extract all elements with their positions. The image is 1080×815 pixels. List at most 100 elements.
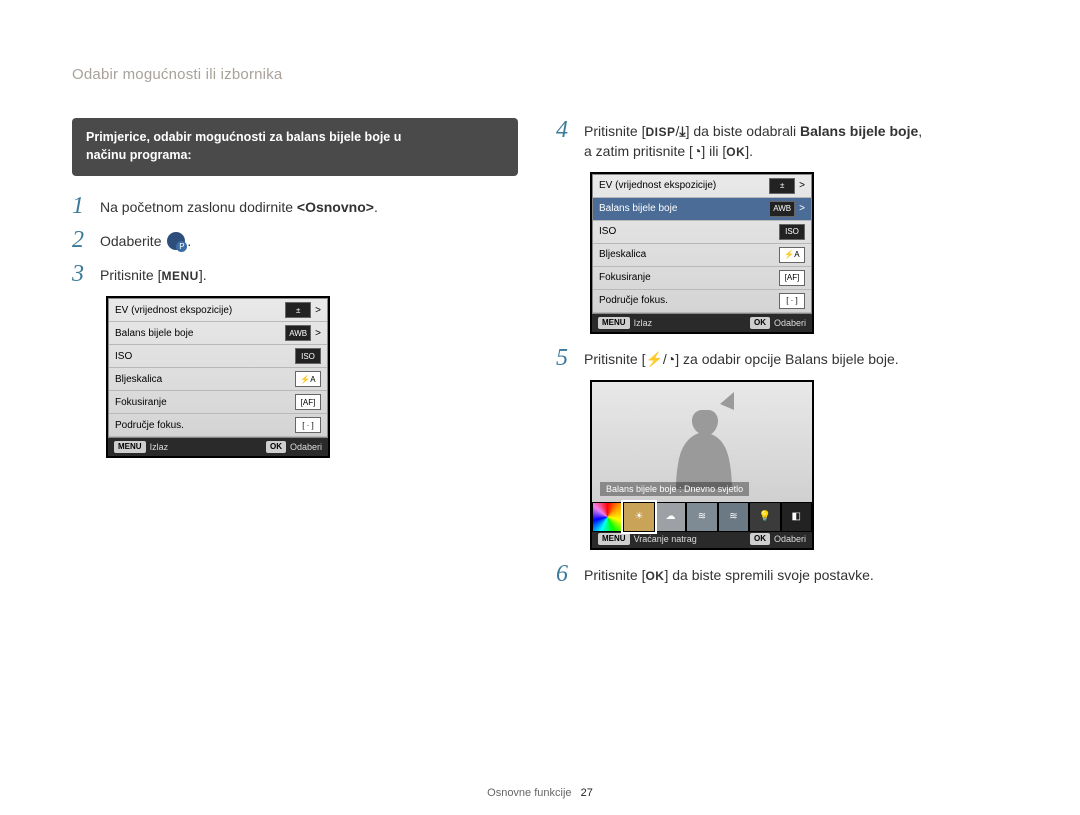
menu-footer: MENU Izlaz OK Odaberi [592, 314, 812, 332]
step-4: 4 Pritisnite [DISP/⤓] da biste odabrali … [556, 118, 1008, 162]
menu-item-iso[interactable]: ISO ISO [593, 221, 811, 244]
page-footer: Osnovne funkcije 27 [0, 787, 1080, 799]
select-label: Odaberi [774, 534, 806, 544]
step-5: 5 Pritisnite [⚡/◔] za odabir opcije Bala… [556, 346, 1008, 370]
wb-swatch-cloudy[interactable]: ☁ [655, 502, 686, 532]
camera-menu-screenshot-selected: EV (vrijednost ekspozicije) ± > Balans b… [590, 172, 814, 334]
right-column: 4 Pritisnite [DISP/⤓] da biste odabrali … [548, 118, 1008, 596]
wb-swatch-auto[interactable] [592, 502, 623, 532]
menu-button-label: MENU [161, 269, 198, 283]
right-steps: 4 Pritisnite [DISP/⤓] da biste odabrali … [556, 118, 1008, 162]
wb-swatch-fluor-h[interactable]: ≋ [686, 502, 717, 532]
menu-item-focus[interactable]: Fokusiranje [AF] [109, 391, 327, 414]
menu-item-focus-area[interactable]: Područje fokus. [ · ] [593, 290, 811, 313]
camera-menu-screenshot: EV (vrijednost ekspozicije) ± > Balans b… [106, 296, 330, 458]
step-2: 2 Odaberite . [72, 228, 524, 252]
custom-icon: ◧ [792, 511, 801, 522]
step-number: 2 [72, 228, 100, 252]
awb-value-icon: AWB [285, 325, 311, 341]
callout-line1: Primjerice, odabir mogućnosti za balans … [86, 130, 401, 144]
step-text: Pritisnite [DISP/⤓] da biste odabrali Ba… [584, 118, 1008, 162]
ok-chip: OK [266, 441, 286, 453]
step-number: 6 [556, 562, 584, 586]
step-number: 4 [556, 118, 584, 142]
menu-item-ev[interactable]: EV (vrijednost ekspozicije) ± > [109, 299, 327, 322]
chevron-right-icon: > [799, 203, 805, 214]
ok-chip: OK [750, 317, 770, 329]
ev-value-icon: ± [285, 302, 311, 318]
wb-swatch-strip: ☀ ☁ ≋ ≋ 💡 ◧ [592, 502, 812, 530]
step-6: 6 Pritisnite [OK] da biste spremili svoj… [556, 562, 1008, 586]
ok-button-label: OK [645, 569, 664, 583]
disp-button-label: DISP [645, 125, 675, 139]
menu-panel: EV (vrijednost ekspozicije) ± > Balans b… [592, 174, 812, 314]
select-label: Odaberi [774, 318, 806, 328]
menu-chip: MENU [598, 533, 630, 545]
flash-value-icon: ⚡A [295, 371, 321, 387]
wb-caption: Balans bijele boje : Dnevno svjetlo [600, 482, 749, 496]
menu-panel: EV (vrijednost ekspozicije) ± > Balans b… [108, 298, 328, 438]
step-text: Na početnom zaslonu dodirnite <Osnovno>. [100, 194, 524, 217]
page-header: Odabir mogućnosti ili izbornika [72, 66, 282, 83]
step-1: 1 Na početnom zaslonu dodirnite <Osnovno… [72, 194, 524, 218]
step-text: Pritisnite [⚡/◔] za odabir opcije Balans… [584, 346, 1008, 369]
focusarea-value-icon: [ · ] [295, 417, 321, 433]
flash-value-icon: ⚡A [779, 247, 805, 263]
fluorescent-icon: ≋ [698, 511, 706, 522]
back-label: Vraćanje natrag [634, 534, 697, 544]
cloud-icon: ☁ [666, 511, 676, 522]
focusarea-value-icon: [ · ] [779, 293, 805, 309]
wb-swatch-daylight[interactable]: ☀ [623, 502, 654, 532]
bulb-icon: 💡 [759, 511, 771, 522]
awb-value-icon: AWB [769, 201, 795, 217]
wb-preview-image: Balans bijele boje : Dnevno svjetlo [592, 382, 812, 502]
menu-item-focus-area[interactable]: Područje fokus. [ · ] [109, 414, 327, 437]
chevron-right-icon: > [315, 305, 321, 316]
callout-line2: načinu programa: [86, 148, 192, 162]
menu-item-flash[interactable]: Bljeskalica ⚡A [109, 368, 327, 391]
menu-item-focus[interactable]: Fokusiranje [AF] [593, 267, 811, 290]
step-number: 5 [556, 346, 584, 370]
example-callout: Primjerice, odabir mogućnosti za balans … [72, 118, 518, 176]
ok-button-label: OK [726, 145, 745, 159]
fluorescent-icon: ≋ [729, 511, 737, 522]
step-text: Pritisnite [MENU]. [100, 262, 524, 285]
menu-chip: MENU [598, 317, 630, 329]
exit-label: Izlaz [634, 318, 653, 328]
program-mode-icon [167, 232, 185, 250]
chevron-right-icon: > [315, 328, 321, 339]
menu-chip: MENU [114, 441, 146, 453]
left-column: Primjerice, odabir mogućnosti za balans … [72, 118, 548, 596]
wb-footer: MENU Vraćanje natrag OK Odaberi [592, 530, 812, 548]
step-text: Pritisnite [OK] da biste spremili svoje … [584, 562, 1008, 585]
step-6-wrap: 6 Pritisnite [OK] da biste spremili svoj… [556, 562, 1008, 586]
step-text: Odaberite . [100, 228, 524, 251]
wb-swatch-custom[interactable]: ◧ [781, 502, 812, 532]
select-label: Odaberi [290, 442, 322, 452]
footer-section: Osnovne funkcije [487, 787, 571, 799]
sun-icon: ☀ [635, 511, 644, 522]
menu-item-iso[interactable]: ISO ISO [109, 345, 327, 368]
step-5-wrap: 5 Pritisnite [⚡/◔] za odabir opcije Bala… [556, 346, 1008, 370]
iso-value-icon: ISO [295, 348, 321, 364]
menu-item-flash[interactable]: Bljeskalica ⚡A [593, 244, 811, 267]
af-value-icon: [AF] [779, 270, 805, 286]
flash-icon: ⚡ [645, 351, 662, 367]
menu-item-wb-selected[interactable]: Balans bijele boje AWB > [593, 198, 811, 221]
ok-chip: OK [750, 533, 770, 545]
wb-swatch-tungsten[interactable]: 💡 [749, 502, 780, 532]
content-columns: Primjerice, odabir mogućnosti za balans … [72, 118, 1008, 596]
wb-swatch-fluor-l[interactable]: ≋ [718, 502, 749, 532]
exit-label: Izlaz [150, 442, 169, 452]
wb-preview-screenshot: Balans bijele boje : Dnevno svjetlo ☀ ☁ … [590, 380, 814, 550]
step-number: 3 [72, 262, 100, 286]
step-number: 1 [72, 194, 100, 218]
left-steps: 1 Na početnom zaslonu dodirnite <Osnovno… [72, 194, 524, 286]
menu-item-wb[interactable]: Balans bijele boje AWB > [109, 322, 327, 345]
menu-item-ev[interactable]: EV (vrijednost ekspozicije) ± > [593, 175, 811, 198]
af-value-icon: [AF] [295, 394, 321, 410]
timer-icon: ◔ [667, 351, 675, 367]
ev-value-icon: ± [769, 178, 795, 194]
menu-footer: MENU Izlaz OK Odaberi [108, 438, 328, 456]
step-3: 3 Pritisnite [MENU]. [72, 262, 524, 286]
